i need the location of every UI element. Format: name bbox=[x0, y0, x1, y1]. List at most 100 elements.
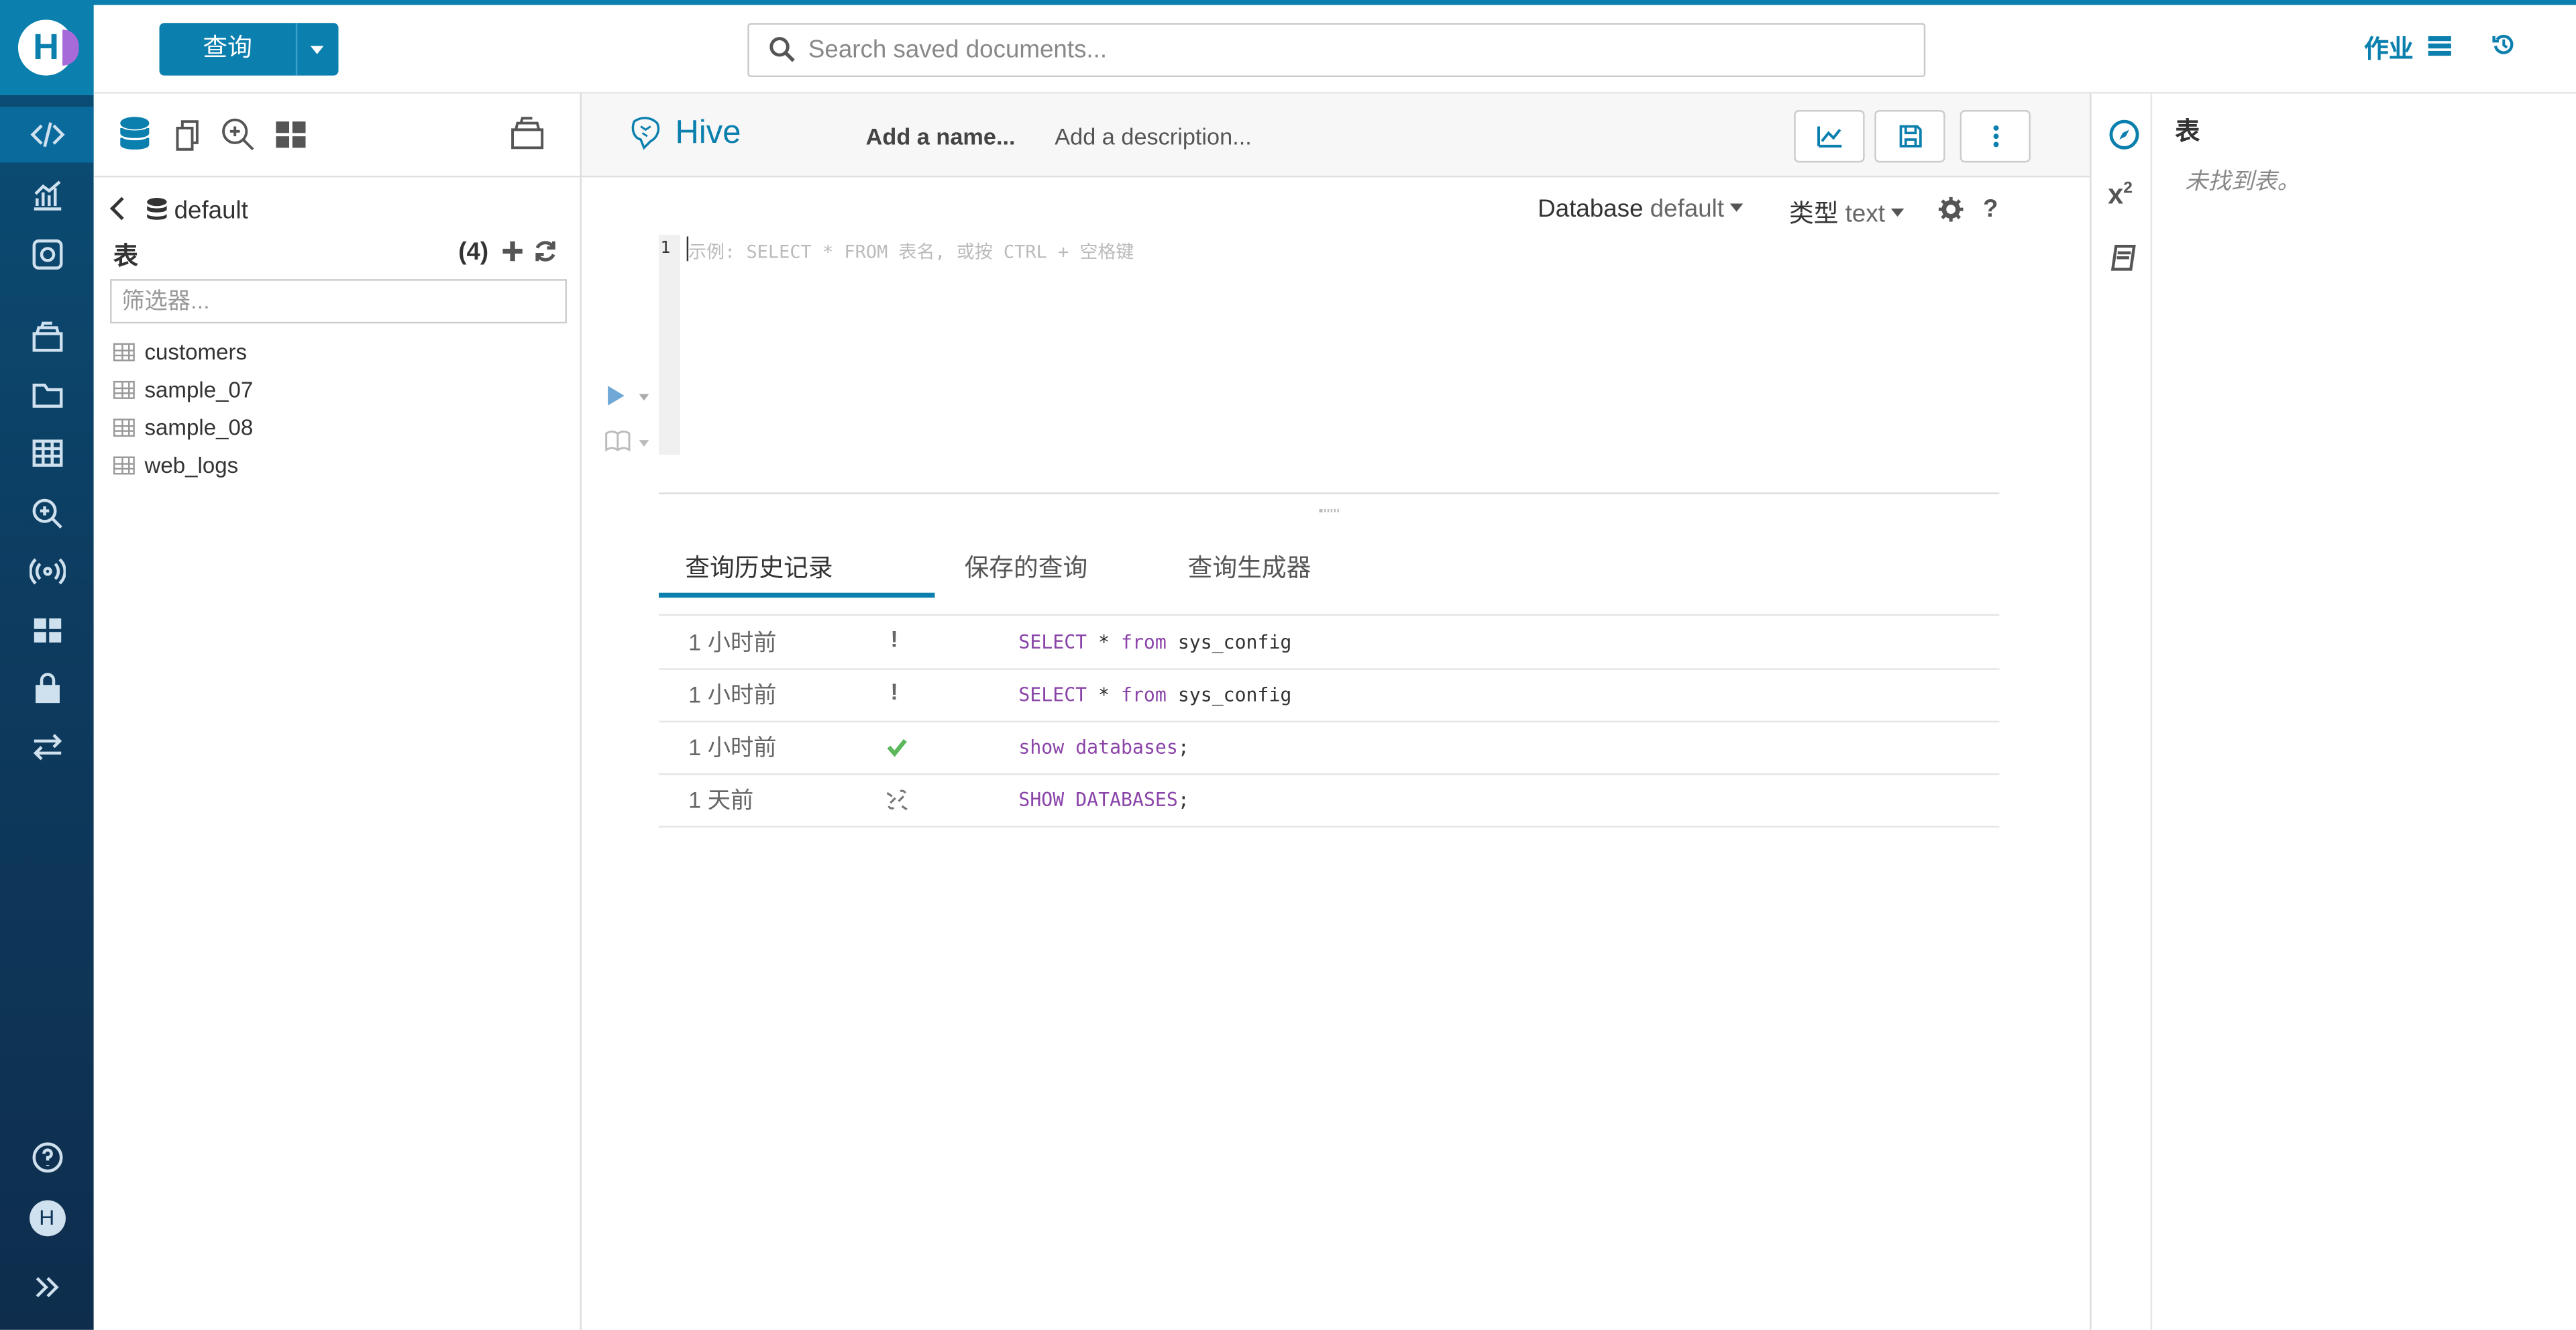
gear-icon[interactable] bbox=[1938, 197, 1964, 222]
history-time: 1 天前 bbox=[688, 786, 754, 813]
apps-icon[interactable] bbox=[0, 602, 94, 658]
right-assist-panel: 表 未找到表。 bbox=[2152, 94, 2576, 1330]
check-icon bbox=[887, 739, 907, 757]
documents-icon[interactable] bbox=[0, 311, 94, 366]
left-nav: H H bbox=[0, 0, 94, 1330]
table-name: customers bbox=[144, 339, 248, 365]
expand-icon[interactable] bbox=[0, 1260, 94, 1315]
editor-main: Hive Add a name... Add a description... … bbox=[581, 93, 2090, 1330]
editor-placeholder[interactable]: 示例: SELECT * FROM 表名, 或按 CTRL + 空格键 bbox=[688, 238, 1134, 264]
table-icon bbox=[113, 380, 135, 399]
history-row[interactable]: 1 小时前 show databases; bbox=[659, 721, 2000, 775]
type-value: text bbox=[1845, 200, 1885, 229]
job-browser-icon[interactable] bbox=[0, 486, 94, 542]
user-avatar[interactable]: H bbox=[0, 1190, 94, 1246]
explain-chevron-down-icon[interactable] bbox=[639, 440, 649, 447]
save-button[interactable] bbox=[1874, 110, 1945, 163]
search-tab-icon[interactable] bbox=[219, 115, 258, 154]
history-row[interactable]: 1 小时前 ! SELECT * from sys_config bbox=[659, 668, 2000, 723]
chevron-down-icon bbox=[1891, 208, 1905, 217]
hive-icon bbox=[631, 117, 660, 150]
history-sql: show databases; bbox=[1018, 735, 1189, 759]
search-input[interactable]: Search saved documents... bbox=[747, 23, 1926, 78]
error-exclamation-icon: ! bbox=[890, 625, 898, 652]
history-sql: SELECT * from sys_config bbox=[1018, 683, 1292, 706]
compass-icon[interactable] bbox=[2108, 118, 2141, 151]
breadcrumb[interactable]: default bbox=[109, 194, 248, 225]
query-name-field[interactable]: Add a name... bbox=[866, 123, 1016, 150]
table-item-web-logs[interactable]: web_logs bbox=[113, 447, 253, 484]
active-tab-underline bbox=[659, 592, 935, 598]
hue-logo[interactable]: H bbox=[0, 0, 94, 95]
open-folder-icon[interactable] bbox=[508, 115, 547, 154]
save-icon bbox=[1898, 125, 1921, 148]
functions-icon[interactable]: x2 bbox=[2108, 179, 2133, 212]
database-value: default bbox=[1650, 195, 1725, 223]
table-item-sample-07[interactable]: sample_07 bbox=[113, 371, 253, 408]
more-button[interactable] bbox=[1960, 110, 2031, 163]
tables-icon[interactable] bbox=[0, 425, 94, 481]
tables-count: (4) bbox=[458, 237, 489, 266]
lock-icon[interactable] bbox=[0, 660, 94, 716]
chart-button[interactable] bbox=[1794, 110, 1865, 163]
resize-handle[interactable] bbox=[1319, 508, 1339, 512]
history-sql: SELECT * from sys_config bbox=[1018, 630, 1292, 654]
open-book-icon[interactable] bbox=[604, 430, 631, 452]
error-exclamation-icon: ! bbox=[890, 678, 898, 705]
tab-saved-queries[interactable]: 保存的查询 bbox=[965, 550, 1088, 584]
book-icon[interactable] bbox=[2108, 241, 2141, 274]
table-item-sample-08[interactable]: sample_08 bbox=[113, 409, 253, 447]
back-chevron-icon[interactable] bbox=[109, 197, 133, 221]
type-selector[interactable]: 类型 text bbox=[1789, 195, 1905, 229]
engine-name: Hive bbox=[675, 115, 741, 152]
search-placeholder: Search saved documents... bbox=[808, 36, 1108, 64]
history-row[interactable]: 1 天前 SHOW DATABASES; bbox=[659, 773, 2000, 828]
query-description-field[interactable]: Add a description... bbox=[1055, 123, 1252, 150]
no-tables-message: 未找到表。 bbox=[2185, 167, 2300, 194]
jobs-link[interactable]: 作业 bbox=[2364, 32, 2414, 66]
play-icon[interactable] bbox=[608, 386, 625, 406]
editor-divider bbox=[659, 492, 2000, 494]
database-icon[interactable] bbox=[115, 115, 154, 154]
run-chevron-down-icon[interactable] bbox=[639, 394, 649, 401]
query-button[interactable]: 查询 bbox=[159, 23, 339, 76]
table-name: web_logs bbox=[144, 453, 239, 478]
right-panel-title: 表 bbox=[2175, 118, 2200, 146]
line-number: 1 bbox=[660, 239, 671, 258]
streams-icon[interactable] bbox=[0, 543, 94, 599]
database-selector[interactable]: Database default bbox=[1538, 195, 1744, 223]
files-icon[interactable] bbox=[0, 368, 94, 423]
jobs-list-icon[interactable] bbox=[2428, 36, 2451, 56]
dashboard-icon[interactable] bbox=[0, 168, 94, 223]
assist-panel: default 表 (4) 筛选器... customers sample_07… bbox=[93, 93, 582, 1330]
help-icon[interactable] bbox=[0, 1129, 94, 1185]
importer-icon[interactable] bbox=[0, 719, 94, 775]
history-row[interactable]: 1 小时前 ! SELECT * from sys_config bbox=[659, 616, 2000, 670]
history-icon[interactable] bbox=[2492, 33, 2515, 56]
history-time: 1 小时前 bbox=[688, 628, 777, 655]
scheduler-icon[interactable] bbox=[0, 227, 94, 282]
filter-placeholder: 筛选器... bbox=[121, 287, 210, 314]
chevron-down-icon[interactable] bbox=[310, 46, 324, 54]
documents-tab-icon[interactable] bbox=[168, 115, 207, 154]
table-item-customers[interactable]: customers bbox=[113, 333, 253, 371]
tab-query-history[interactable]: 查询历史记录 bbox=[685, 550, 833, 584]
table-icon bbox=[113, 456, 135, 475]
table-name: sample_08 bbox=[144, 415, 254, 441]
plus-icon[interactable] bbox=[501, 239, 524, 262]
apps-tab-icon[interactable] bbox=[271, 115, 311, 154]
assist-tabs bbox=[93, 94, 580, 178]
tab-query-builder[interactable]: 查询生成器 bbox=[1188, 550, 1311, 584]
history-sql: SHOW DATABASES; bbox=[1018, 788, 1189, 812]
editor-icon[interactable] bbox=[0, 107, 94, 163]
top-accent-line bbox=[0, 0, 2576, 5]
help-question-icon[interactable]: ? bbox=[1983, 195, 1998, 223]
broken-link-icon bbox=[886, 789, 908, 811]
table-icon bbox=[113, 343, 135, 362]
result-tabs: 查询历史记录 保存的查询 查询生成器 bbox=[659, 534, 2000, 616]
refresh-icon[interactable] bbox=[534, 239, 557, 262]
query-button-label: 查询 bbox=[203, 34, 252, 63]
table-filter-input[interactable]: 筛选器... bbox=[110, 279, 567, 324]
editor-gutter bbox=[659, 235, 680, 455]
line-chart-icon bbox=[1816, 126, 1841, 148]
